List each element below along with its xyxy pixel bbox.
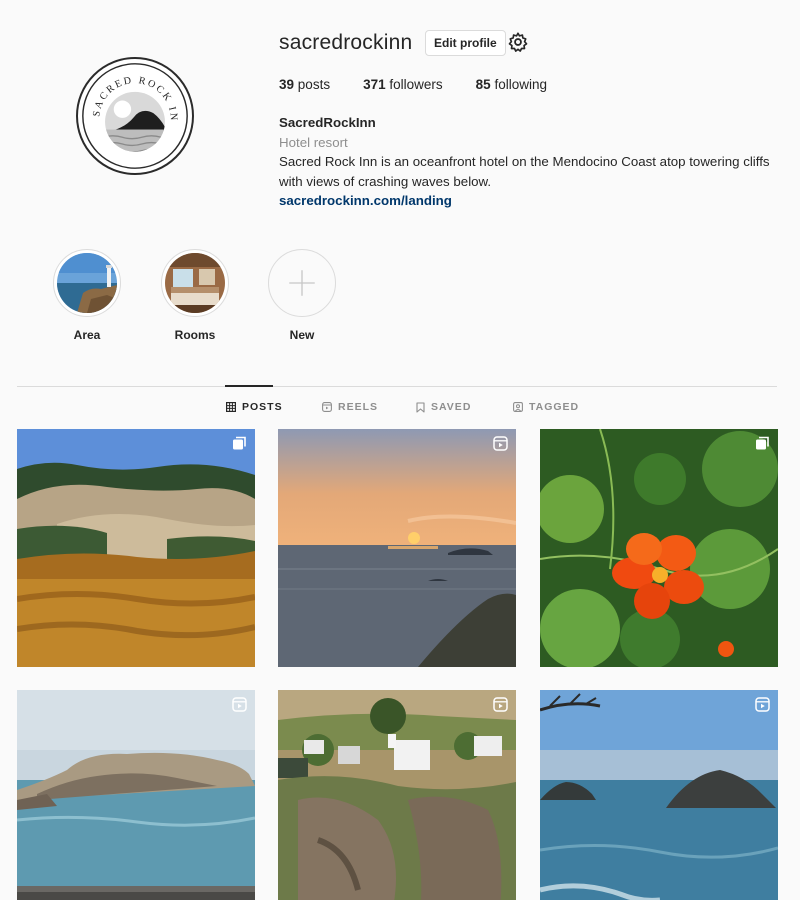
highlight-area[interactable]: Area	[42, 249, 132, 342]
profile-avatar[interactable]: SACRED ROCK INN	[76, 57, 194, 175]
display-name: SacredRockInn	[279, 115, 376, 130]
sacred-rock-inn-logo: SACRED ROCK INN	[78, 59, 188, 169]
profile-category: Hotel resort	[279, 134, 348, 150]
post-image-sunset	[278, 429, 516, 667]
tab-label: POSTS	[242, 401, 283, 413]
settings-gear-icon[interactable]	[507, 31, 529, 53]
profile-bio: SacredRockInn Hotel resort Sacred Rock I…	[279, 113, 779, 211]
post-image-flower	[540, 429, 778, 667]
active-tab-indicator	[225, 385, 273, 387]
reel-icon	[232, 697, 247, 712]
reel-icon	[755, 697, 770, 712]
tab-reels[interactable]: REELS	[322, 401, 378, 413]
following-stat[interactable]: 85 following	[476, 77, 547, 92]
followers-label: followers	[389, 77, 443, 92]
post-image-sea-stacks	[540, 690, 778, 900]
highlight-ring	[161, 249, 229, 317]
tab-label: TAGGED	[529, 401, 580, 413]
highlight-label: Rooms	[174, 328, 216, 342]
highlight-label: New	[289, 328, 315, 342]
tabs-divider	[17, 386, 777, 387]
profile-username: sacredrockinn	[279, 31, 413, 54]
edit-profile-button[interactable]: Edit profile	[425, 30, 506, 56]
followers-stat[interactable]: 371 followers	[363, 77, 443, 92]
following-count: 85	[475, 77, 491, 92]
post-tile[interactable]	[278, 429, 516, 667]
posts-count: 39	[279, 77, 295, 92]
reel-icon	[493, 436, 508, 451]
post-tile[interactable]	[540, 690, 778, 900]
profile-website-link[interactable]: sacredrockinn.com/landing	[279, 191, 779, 211]
posts-label: posts	[297, 77, 331, 92]
reel-icon	[493, 697, 508, 712]
highlight-ring	[268, 249, 336, 317]
post-tile[interactable]	[17, 429, 255, 667]
post-image-village	[278, 690, 516, 900]
tab-saved[interactable]: SAVED	[416, 401, 471, 413]
post-tile[interactable]	[17, 690, 255, 900]
profile-stats: 39 posts 371 followers 85 following	[279, 77, 580, 92]
highlight-new[interactable]: New	[257, 249, 347, 342]
tab-label: SAVED	[431, 401, 472, 413]
bio-text: Sacred Rock Inn is an oceanfront hotel o…	[279, 154, 770, 189]
followers-count: 371	[363, 77, 386, 92]
following-label: following	[494, 77, 547, 92]
post-tile[interactable]	[540, 429, 778, 667]
post-image-vineyard	[17, 429, 255, 667]
reels-icon	[322, 402, 332, 412]
carousel-icon	[756, 436, 769, 450]
highlight-image-lighthouse	[57, 253, 117, 313]
highlight-image-room	[165, 253, 225, 313]
highlight-rooms[interactable]: Rooms	[150, 249, 240, 342]
posts-stat: 39 posts	[279, 77, 330, 92]
post-tile[interactable]	[278, 690, 516, 900]
carousel-icon	[233, 436, 246, 450]
tab-tagged[interactable]: TAGGED	[513, 401, 579, 413]
bookmark-icon	[416, 401, 425, 413]
plus-icon	[289, 270, 315, 296]
highlight-label: Area	[73, 328, 101, 342]
post-image-sea-rock	[17, 690, 255, 900]
tab-posts[interactable]: POSTS	[226, 401, 283, 413]
grid-icon	[226, 402, 236, 412]
tagged-icon	[513, 402, 523, 412]
tab-label: REELS	[338, 401, 379, 413]
highlight-ring	[53, 249, 121, 317]
